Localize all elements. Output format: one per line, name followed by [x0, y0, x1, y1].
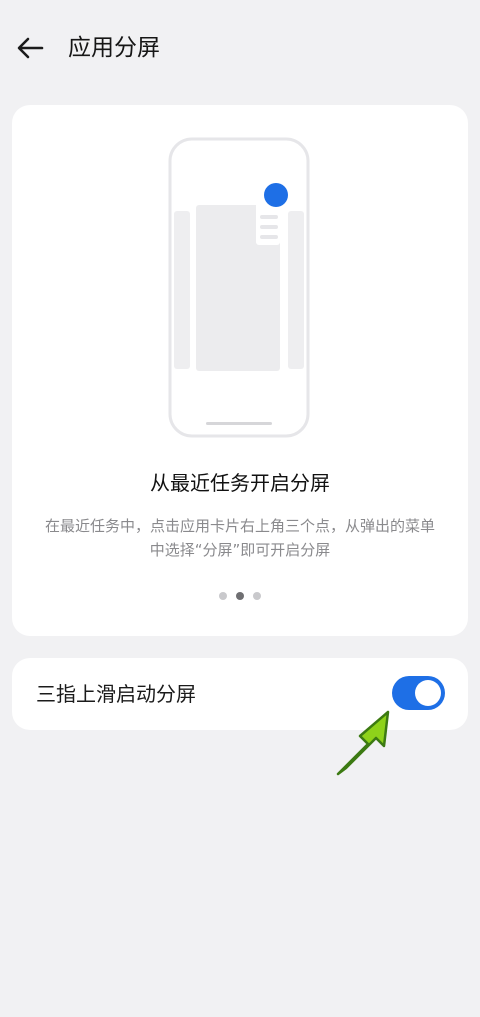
guide-heading: 从最近任务开启分屏: [150, 471, 330, 495]
guide-description: 在最近任务中，点击应用卡片右上角三个点，从弹出的菜单中选择“分屏”即可开启分屏: [44, 517, 435, 559]
page-dot-2[interactable]: [236, 592, 244, 600]
toggle-knob: [415, 680, 441, 706]
top-app-bar: 应用分屏: [0, 0, 480, 96]
carousel-page-indicator[interactable]: [0, 592, 480, 600]
page-dot-3[interactable]: [253, 592, 261, 600]
setting-label: 三指上滑启动分屏: [36, 682, 196, 706]
phone-illustration: [168, 137, 310, 438]
page-dot-1[interactable]: [219, 592, 227, 600]
back-button[interactable]: [10, 28, 50, 68]
annotation-arrow-icon: [336, 710, 390, 776]
page-title: 应用分屏: [68, 35, 160, 61]
back-arrow-icon: [17, 37, 44, 59]
